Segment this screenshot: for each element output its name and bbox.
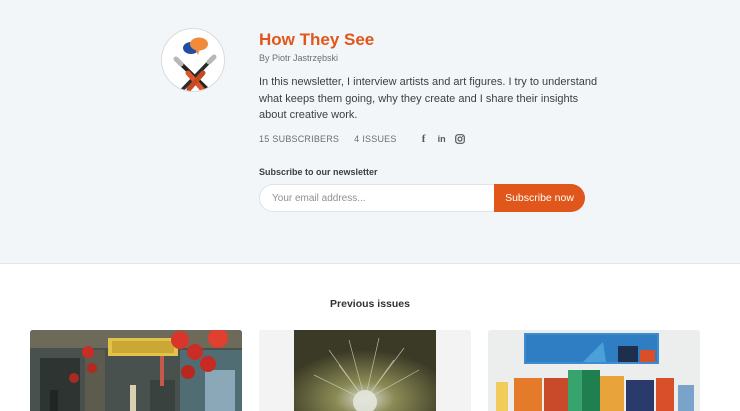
facebook-icon[interactable]: f (419, 133, 429, 145)
email-input[interactable] (259, 184, 494, 212)
subscribe-button[interactable]: Subscribe now (494, 184, 585, 212)
newsletter-stats: 15 SUBSCRIBERS 4 ISSUES f in (259, 133, 473, 145)
previous-issues-heading: Previous issues (330, 298, 410, 310)
subscribe-label: Subscribe to our newsletter (259, 167, 378, 177)
newsletter-title: How They See (259, 30, 375, 49)
issue-card-1-image[interactable] (30, 330, 242, 411)
newsletter-header: How They See By Piotr Jastrzębski In thi… (0, 0, 740, 264)
subscribe-form: Subscribe now (259, 184, 585, 212)
issue-card-2-image[interactable] (259, 330, 471, 411)
issues-count-value: 4 (354, 134, 360, 144)
issues-count-label: ISSUES (362, 134, 397, 144)
subscribers-count: 15 SUBSCRIBERS (259, 134, 339, 144)
social-links: f in (419, 133, 473, 145)
newsletter-logo (161, 28, 225, 92)
linkedin-icon[interactable]: in (437, 134, 447, 144)
issues-count: 4 ISSUES (354, 134, 396, 144)
subscribers-count-value: 15 (259, 134, 270, 144)
issue-card-3-image[interactable] (488, 330, 700, 411)
instagram-icon[interactable] (454, 134, 465, 144)
subscribers-count-label: SUBSCRIBERS (272, 134, 340, 144)
newsletter-author: By Piotr Jastrzębski (259, 53, 339, 63)
newsletter-description: In this newsletter, I interview artists … (259, 76, 598, 121)
